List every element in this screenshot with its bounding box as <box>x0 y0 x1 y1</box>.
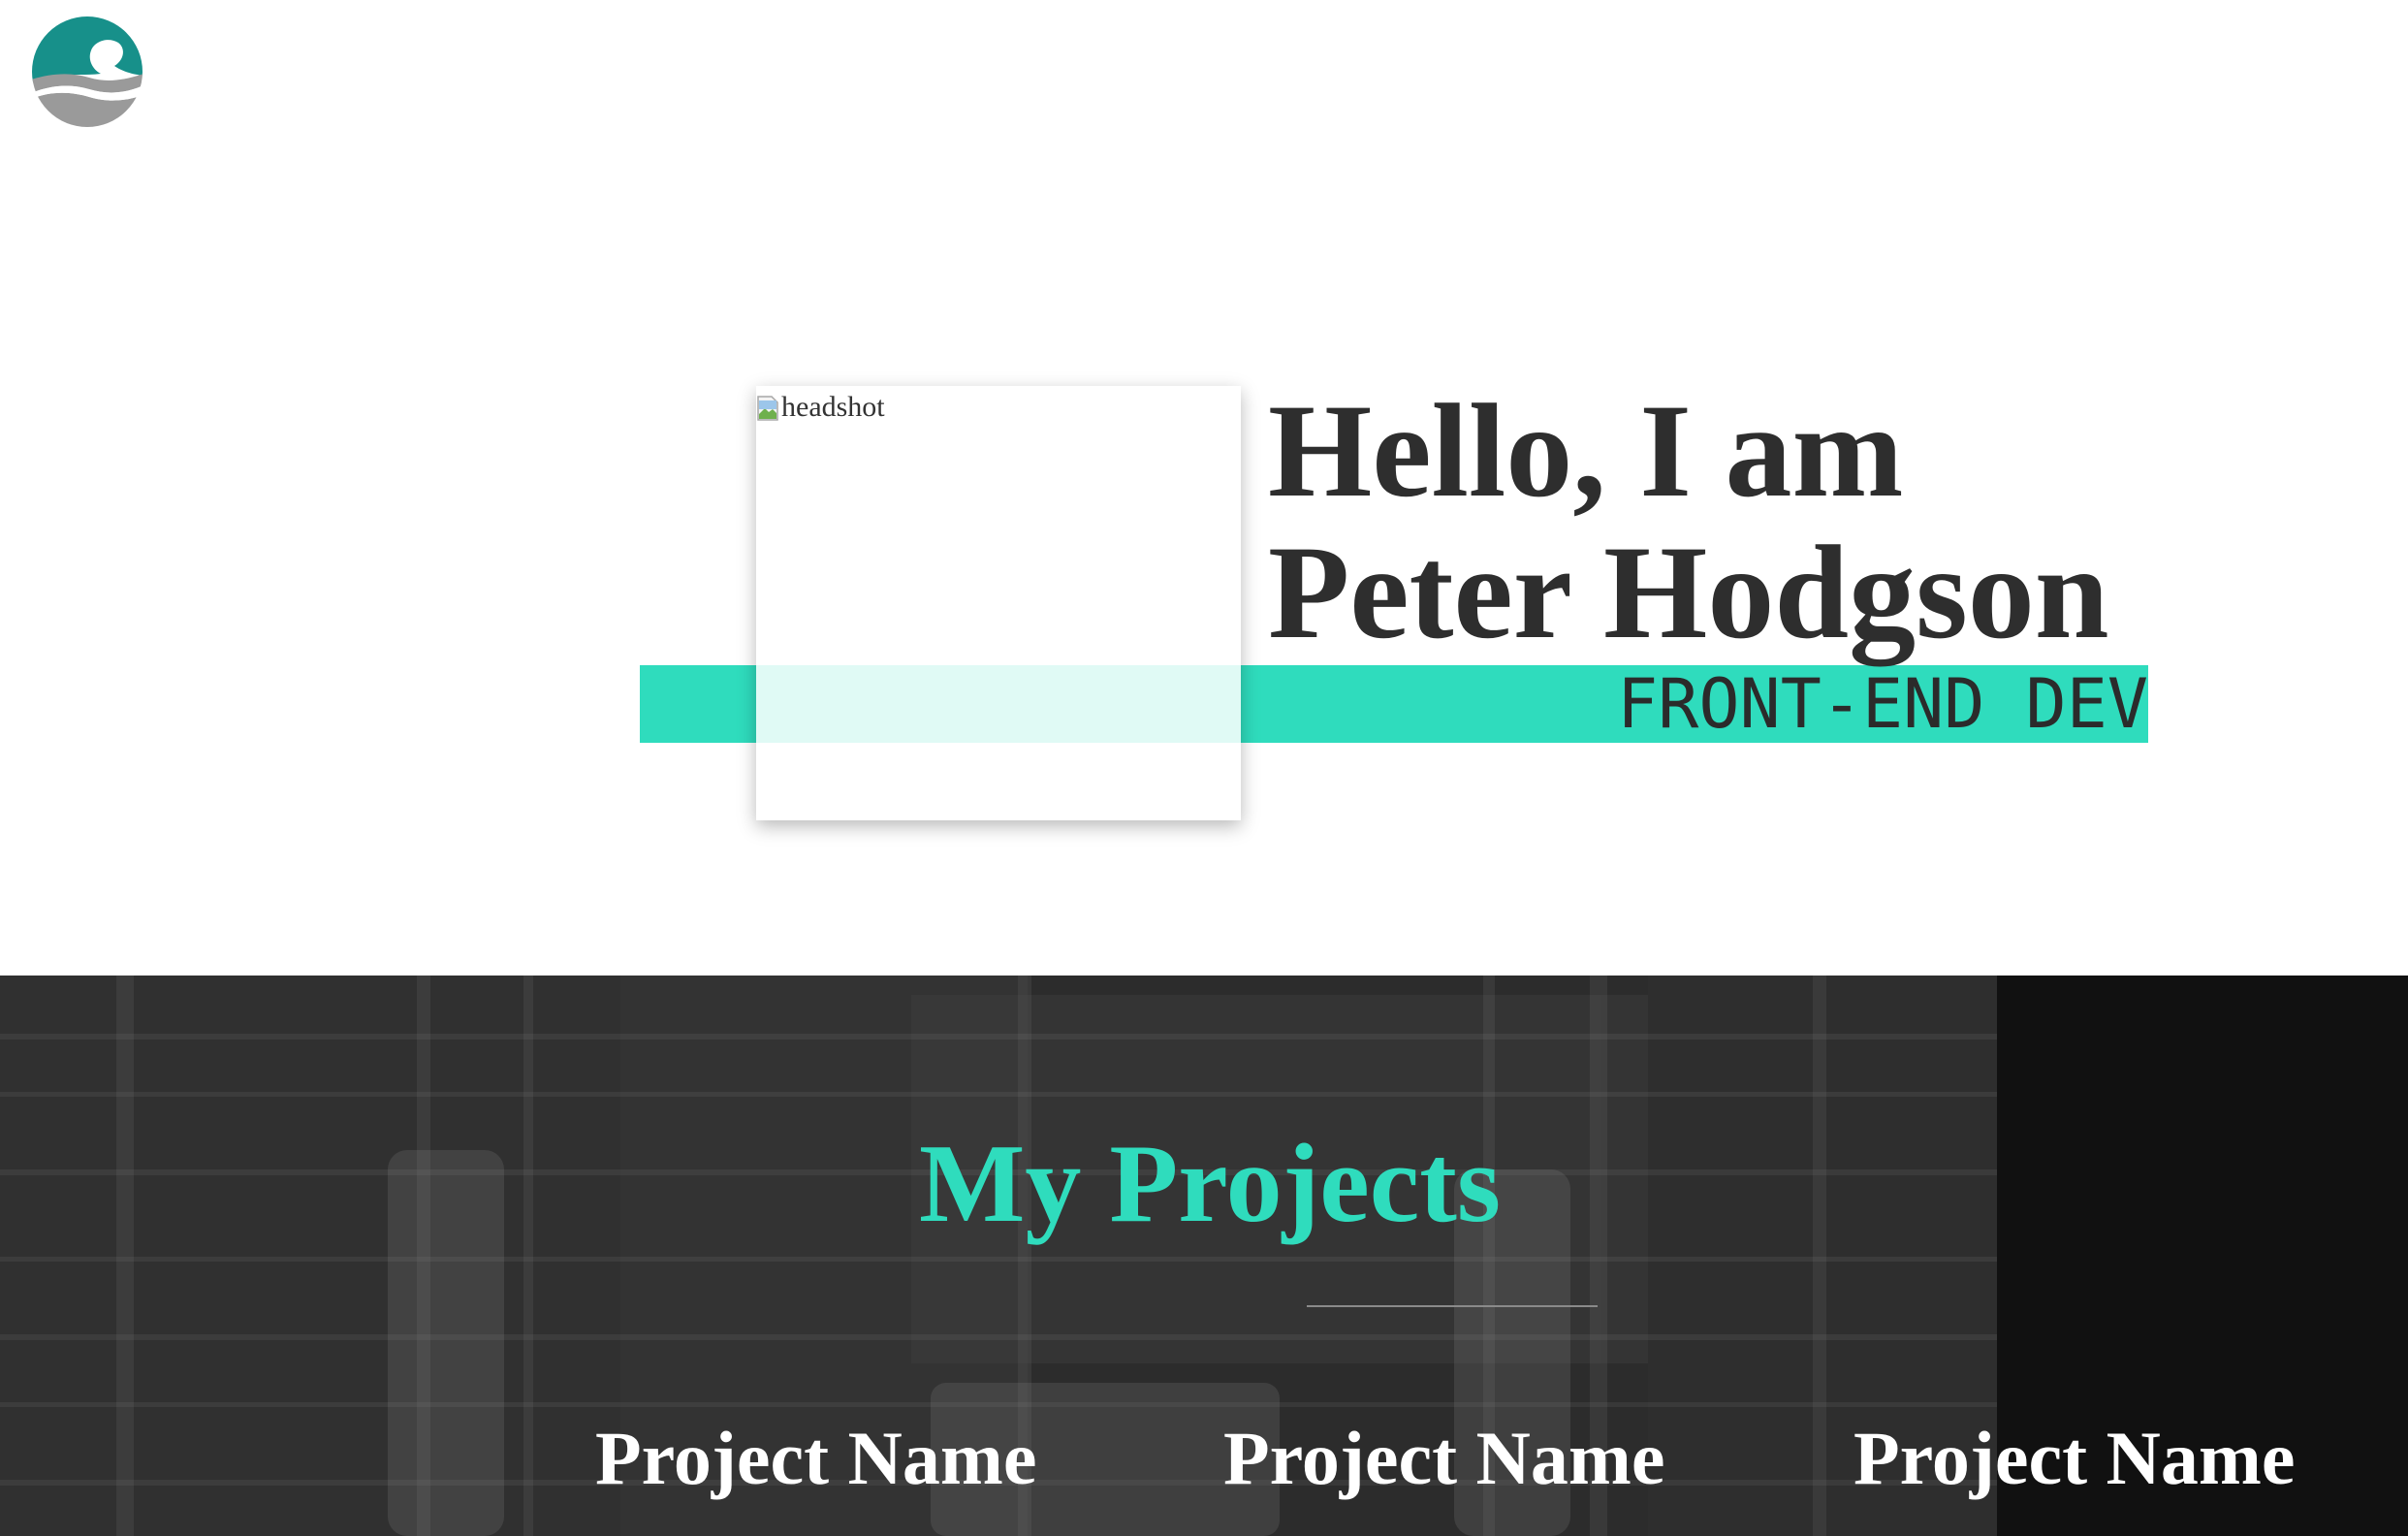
project-name: Project Name <box>1854 1416 2296 1500</box>
headshot-image: headshot <box>756 386 1241 820</box>
hero-title-line1: Hello, I am <box>1268 376 1904 525</box>
hero-title-line2: Peter Hodgson <box>1268 518 2109 666</box>
project-name: Project Name <box>1223 1416 1665 1500</box>
broken-image-icon <box>757 396 778 421</box>
projects-section: My Projects Project Name Project Name Pr… <box>0 976 2408 1536</box>
wave-logo-icon[interactable] <box>31 16 143 128</box>
hero-title: Hello, I am Peter Hodgson <box>1268 380 2109 663</box>
project-card-1[interactable]: Project Name <box>595 1410 1036 1507</box>
project-name: Project Name <box>595 1416 1037 1500</box>
portfolio-page: headshot Hello, I am Peter Hodgson FRONT… <box>0 0 2408 1536</box>
project-card-2[interactable]: Project Name <box>1223 1410 1664 1507</box>
hero-section: headshot Hello, I am Peter Hodgson FRONT… <box>0 0 2408 976</box>
project-card-3[interactable]: Project Name <box>1854 1410 2295 1507</box>
projects-divider <box>1307 1305 1598 1307</box>
headshot-alt-text: headshot <box>781 391 885 423</box>
hero-subtitle: FRONT-END DEV <box>1617 664 2148 744</box>
projects-title: My Projects <box>918 1122 1502 1246</box>
